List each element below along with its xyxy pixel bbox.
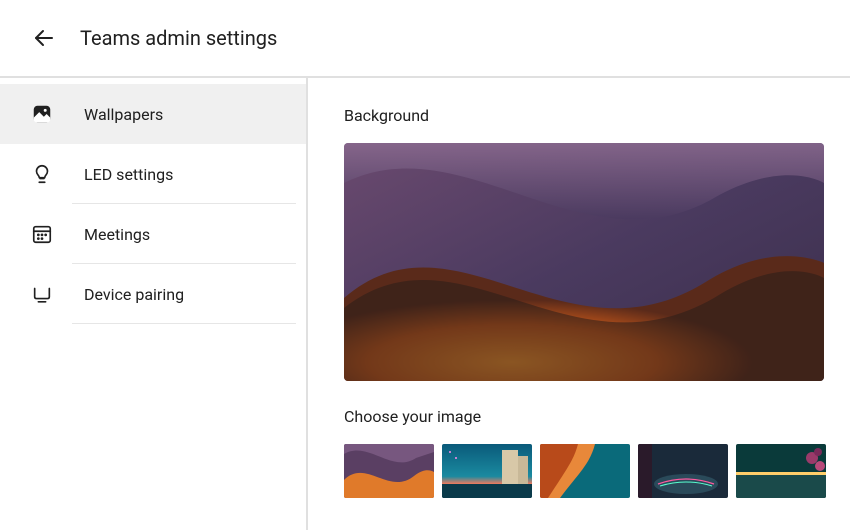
wallpaper-thumb-4[interactable] bbox=[638, 444, 728, 498]
sidebar-item-label: Wallpapers bbox=[84, 105, 163, 124]
background-preview bbox=[344, 143, 824, 381]
header: Teams admin settings bbox=[0, 0, 850, 78]
sidebar-item-device-pairing[interactable]: Device pairing bbox=[0, 264, 306, 324]
wallpaper-thumb-1[interactable] bbox=[344, 444, 434, 498]
page-title: Teams admin settings bbox=[80, 26, 277, 50]
back-button[interactable] bbox=[24, 18, 64, 58]
wallpaper-thumb-3[interactable] bbox=[540, 444, 630, 498]
sidebar-item-label: LED settings bbox=[84, 165, 173, 184]
bulb-icon bbox=[30, 162, 54, 186]
sidebar-item-meetings[interactable]: Meetings bbox=[0, 204, 306, 264]
calendar-icon bbox=[30, 222, 54, 246]
sidebar-item-led-settings[interactable]: LED settings bbox=[0, 144, 306, 204]
sidebar-item-label: Meetings bbox=[84, 225, 150, 244]
wallpaper-icon bbox=[30, 102, 54, 126]
wallpaper-thumb-5[interactable] bbox=[736, 444, 826, 498]
monitor-icon bbox=[30, 282, 54, 306]
wallpaper-thumb-2[interactable] bbox=[442, 444, 532, 498]
thumbnail-row bbox=[344, 444, 814, 498]
choose-image-heading: Choose your image bbox=[344, 407, 814, 426]
main-content: Background bbox=[308, 78, 850, 530]
background-heading: Background bbox=[344, 106, 814, 125]
sidebar: Wallpapers LED settings bbox=[0, 78, 308, 530]
sidebar-item-label: Device pairing bbox=[84, 285, 184, 304]
sidebar-item-wallpapers[interactable]: Wallpapers bbox=[0, 84, 306, 144]
arrow-left-icon bbox=[32, 26, 56, 50]
